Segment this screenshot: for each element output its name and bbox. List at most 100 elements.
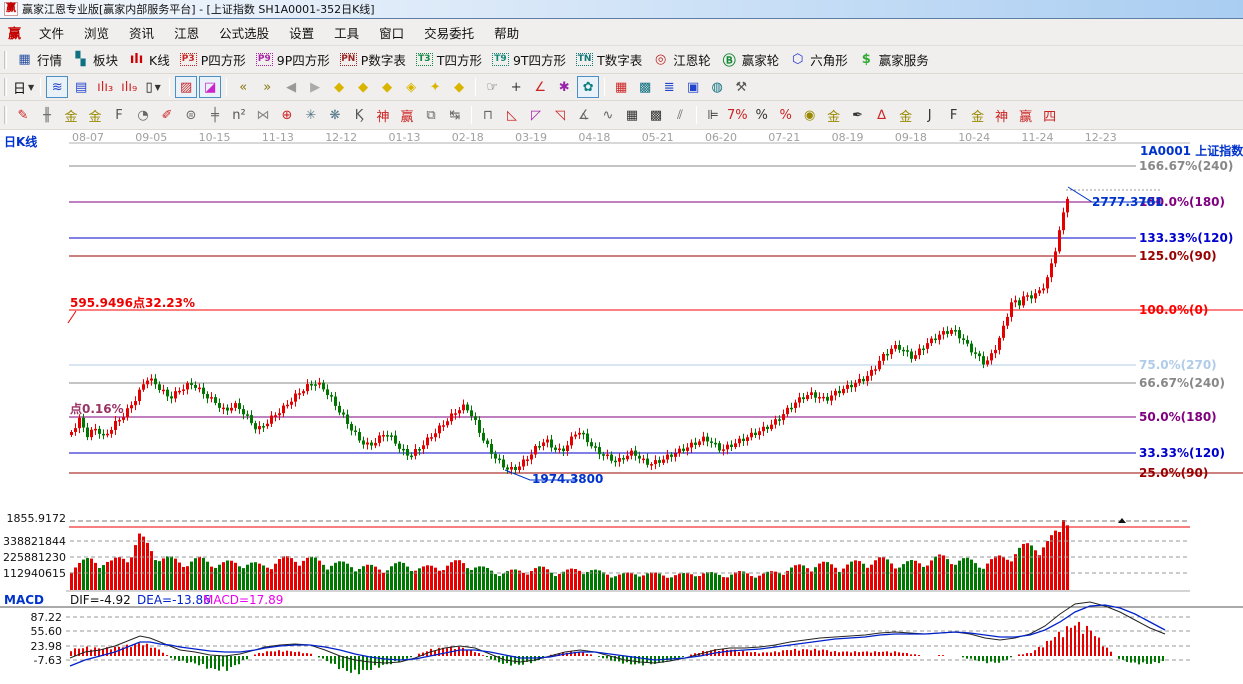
gold-circle-icon[interactable]: ◉ — [799, 104, 821, 126]
menu-item-file[interactable]: 文件 — [29, 20, 74, 45]
gold-level-icon[interactable]: 金 — [823, 104, 845, 126]
f-angle-icon[interactable]: F — [943, 104, 965, 126]
tool-winner-service-button[interactable]: $赢家服务 — [858, 50, 929, 69]
spider-web-icon[interactable]: ❋ — [324, 104, 346, 126]
tool-t-table-button[interactable]: TNT数字表 — [576, 50, 642, 69]
zoom-left-icon[interactable]: ◆ — [328, 76, 350, 98]
volume-bar — [194, 558, 197, 590]
toolbar-separator — [226, 78, 227, 96]
percent-icon[interactable]: % — [751, 104, 773, 126]
k-mark-icon[interactable]: Ϗ — [348, 104, 370, 126]
info-note-icon[interactable]: ▤ — [70, 76, 92, 98]
crosshair-icon[interactable]: + — [505, 76, 527, 98]
tool-sectors-button[interactable]: ▚板块 — [72, 50, 118, 69]
square-n2-icon[interactable]: n² — [228, 104, 250, 126]
level-scale-icon[interactable]: ⊫ — [702, 104, 724, 126]
menu-item-trade-entrust[interactable]: 交易委托 — [414, 20, 484, 45]
zoom-expand-icon[interactable]: ✦ — [424, 76, 446, 98]
menu-item-settings[interactable]: 设置 — [279, 20, 324, 45]
zoom-horizontal-icon[interactable]: ◆ — [376, 76, 398, 98]
fan-lines-icon[interactable]: ◺ — [501, 104, 523, 126]
gold-angle-icon[interactable]: 金 — [895, 104, 917, 126]
zoom-compress-icon[interactable]: ◈ — [400, 76, 422, 98]
fan-box-icon[interactable]: ◸ — [525, 104, 547, 126]
tool-9p-square-button[interactable]: P99P四方形 — [256, 50, 330, 69]
menu-item-tools[interactable]: 工具 — [324, 20, 369, 45]
nav-first-icon[interactable]: « — [232, 76, 254, 98]
gann-shape-icon[interactable]: ✱ — [553, 76, 575, 98]
span-arrows-icon[interactable]: ↹ — [444, 104, 466, 126]
network-icon[interactable]: ◍ — [706, 76, 728, 98]
tool-gann-wheel-button[interactable]: ◎江恩轮 — [652, 50, 711, 69]
angle-measure-icon[interactable]: ∠ — [529, 76, 551, 98]
wave-overlay-icon[interactable]: ≋ — [46, 76, 68, 98]
wave-band-icon[interactable]: ∆ — [871, 104, 893, 126]
calculator-icon[interactable]: ▩ — [634, 76, 656, 98]
gold-price-grid-icon[interactable]: 金 — [84, 104, 106, 126]
gold-ray-icon[interactable]: 金 — [967, 104, 989, 126]
tool-quotes-button[interactable]: ▦行情 — [16, 50, 62, 69]
toolbox-icon[interactable]: ⚒ — [730, 76, 752, 98]
candle-body — [750, 433, 753, 438]
tool-p-square-button[interactable]: P3P四方形 — [180, 50, 246, 69]
grid-dense-icon[interactable]: ▦ — [621, 104, 643, 126]
ying-angle-icon[interactable]: 赢 — [1015, 104, 1037, 126]
tool-hexagon-button[interactable]: ⬡六角形 — [789, 50, 848, 69]
fib-grid-icon[interactable]: F — [108, 104, 130, 126]
gate-measure-icon[interactable]: ⊓ — [477, 104, 499, 126]
percent-level-icon[interactable]: % — [775, 104, 797, 126]
calendar-21-icon[interactable]: ▦ — [610, 76, 632, 98]
period-day-icon[interactable]: 日▼ — [12, 76, 35, 98]
zigzag-wave-icon[interactable]: ∿ — [597, 104, 619, 126]
candle-style-icon[interactable]: ▯▼ — [142, 76, 164, 98]
angle-mirror-icon[interactable]: ⋈ — [252, 104, 274, 126]
parallel-lines-icon[interactable]: ⫽ — [669, 104, 691, 126]
bars-9-icon[interactable]: ılı₉ — [118, 76, 140, 98]
pan-hand-icon[interactable]: ☞ — [481, 76, 503, 98]
chart-area[interactable]: 08-0709-0510-1511-1312-1201-1302-1803-19… — [0, 130, 1243, 684]
gold-time-grid-icon[interactable]: 金 — [60, 104, 82, 126]
bars-3-icon[interactable]: ılı₃ — [94, 76, 116, 98]
price-ruler-icon[interactable]: ╪ — [204, 104, 226, 126]
trend-angles-icon[interactable]: ∡ — [573, 104, 595, 126]
notepad-icon[interactable]: ≣ — [658, 76, 680, 98]
percent-7-icon[interactable]: 7% — [726, 104, 749, 126]
draw-brush-icon[interactable]: ✎ — [12, 104, 34, 126]
menu-item-gann[interactable]: 江恩 — [164, 20, 209, 45]
tool-p-table-button[interactable]: PNP数字表 — [340, 50, 406, 69]
pen-levels-icon[interactable]: ✒ — [847, 104, 869, 126]
kline-chart-canvas[interactable]: 08-0709-0510-1511-1312-1201-1302-1803-19… — [0, 130, 1243, 684]
count-grid-icon[interactable]: ⧉ — [420, 104, 442, 126]
zoom-reset-icon[interactable]: ◆ — [448, 76, 470, 98]
brush-grid-icon[interactable]: ✐ — [156, 104, 178, 126]
profile-chart-icon[interactable]: ◪ — [199, 76, 221, 98]
nav-last-icon[interactable]: » — [256, 76, 278, 98]
menu-item-news[interactable]: 资讯 — [119, 20, 164, 45]
tool-t-square-button[interactable]: T3T四方形 — [416, 50, 482, 69]
tool-kline-button[interactable]: ılıK线 — [128, 50, 170, 69]
menu-item-window[interactable]: 窗口 — [369, 20, 414, 45]
ying-grid-icon[interactable]: 赢 — [396, 104, 418, 126]
nav-next-icon[interactable]: ▶ — [304, 76, 326, 98]
menu-item-help[interactable]: 帮助 — [484, 20, 529, 45]
menu-item-formula-picker[interactable]: 公式选股 — [209, 20, 279, 45]
si-angle-icon[interactable]: 四 — [1039, 104, 1061, 126]
smart-analysis-icon[interactable]: ✿ — [577, 76, 599, 98]
nav-prev-icon[interactable]: ◀ — [280, 76, 302, 98]
spiral-icon[interactable]: ◔ — [132, 104, 154, 126]
shen-grid-icon[interactable]: 神 — [372, 104, 394, 126]
j-angle-icon[interactable]: J — [919, 104, 941, 126]
shen-angle-icon[interactable]: 神 — [991, 104, 1013, 126]
zoom-right-icon[interactable]: ◆ — [352, 76, 374, 98]
save-icon[interactable]: ▣ — [682, 76, 704, 98]
star-rays-icon[interactable]: ✳ — [300, 104, 322, 126]
circle-cross-icon[interactable]: ⊕ — [276, 104, 298, 126]
time-ruler-icon[interactable]: ╫ — [36, 104, 58, 126]
grid-dense-2-icon[interactable]: ▩ — [645, 104, 667, 126]
circle-grid-icon[interactable]: ⊜ — [180, 104, 202, 126]
pattern-match-icon[interactable]: ▨ — [175, 76, 197, 98]
tool-winner-wheel-button[interactable]: Ⓑ赢家轮 — [721, 50, 780, 69]
tool-9t-square-button[interactable]: T99T四方形 — [492, 50, 566, 69]
menu-item-browse[interactable]: 浏览 — [74, 20, 119, 45]
box-rays-icon[interactable]: ◹ — [549, 104, 571, 126]
